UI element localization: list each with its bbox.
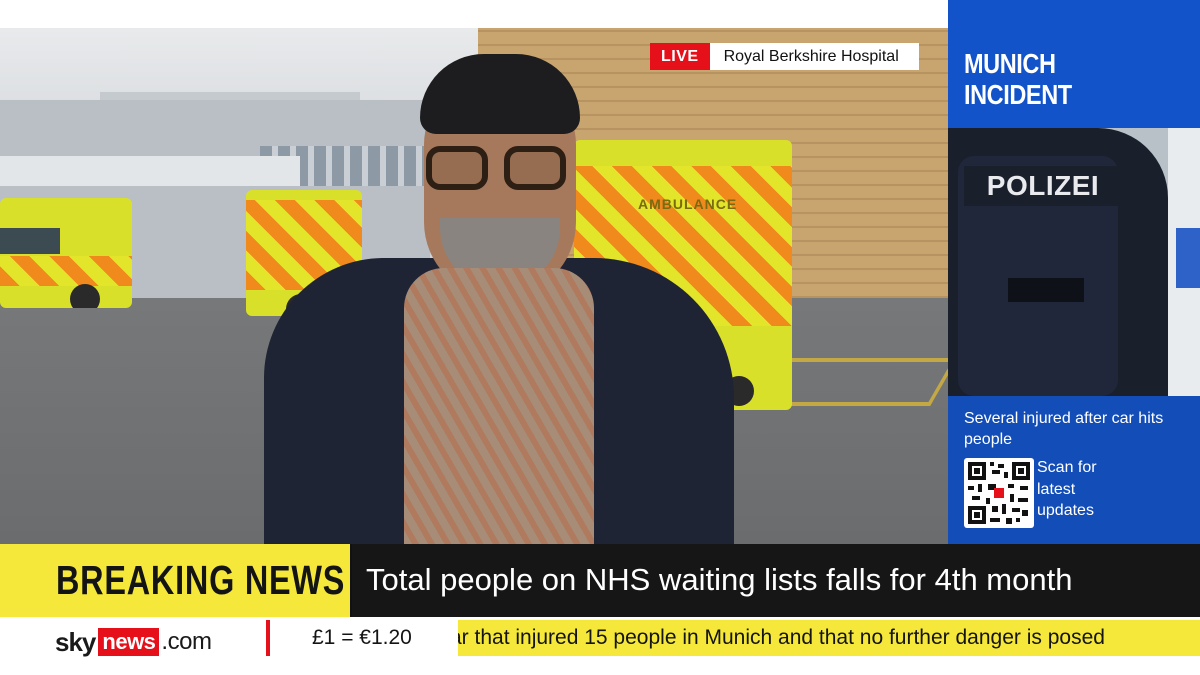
ambulance-left [0, 198, 132, 308]
side-panel-info: Several injured after car hits people Sc… [948, 396, 1200, 544]
bottom-strip: sky news .com £1 = €1.20 ar that injured… [0, 617, 1200, 675]
police-strap [1008, 278, 1084, 302]
side-panel-title: MUNICH INCIDENT [964, 48, 1072, 110]
sky-news-logo: sky news .com [55, 626, 212, 657]
qr-code-icon[interactable] [964, 458, 1034, 528]
news-ticker: ar that injured 15 people in Munich and … [458, 620, 1200, 656]
breaking-headline: Total people on NHS waiting lists falls … [366, 562, 1073, 597]
police-car [1168, 128, 1200, 396]
breaking-news-label-text: BREAKING NEWS [56, 557, 346, 603]
breaking-news-bar: BREAKING NEWS Total people on NHS waitin… [0, 544, 1200, 617]
logo-news: news [98, 628, 160, 656]
scene-canopy [0, 156, 300, 186]
red-divider [266, 620, 270, 656]
reporter-scarf [404, 268, 594, 544]
live-location-tag: LIVE Royal Berkshire Hospital [650, 43, 919, 70]
side-panel: MUNICH INCIDENT POLIZEI Several injured … [948, 0, 1200, 544]
live-location: Royal Berkshire Hospital [709, 43, 919, 70]
logo-domain: .com [161, 628, 212, 655]
breaking-news-label: BREAKING NEWS [0, 544, 352, 617]
video-feed: AMBULANCE [0, 28, 948, 544]
side-panel-subtitle: Several injured after car hits people [964, 410, 1164, 448]
exchange-rate: £1 = €1.20 [312, 626, 412, 649]
logo-sky: sky [55, 626, 96, 657]
scan-for-updates-text: Scan for latest updates [1037, 459, 1097, 519]
live-badge: LIVE [650, 43, 710, 70]
ambulance-lettering: AMBULANCE [638, 196, 738, 212]
side-panel-photo: POLIZEI [948, 128, 1200, 396]
news-ticker-text: ar that injured 15 people in Munich and … [458, 626, 1105, 649]
polizei-label: POLIZEI [964, 166, 1122, 206]
side-panel-header: MUNICH INCIDENT [948, 0, 1200, 128]
qr-code-graphic [968, 462, 1030, 524]
reporter-glasses [426, 146, 568, 192]
